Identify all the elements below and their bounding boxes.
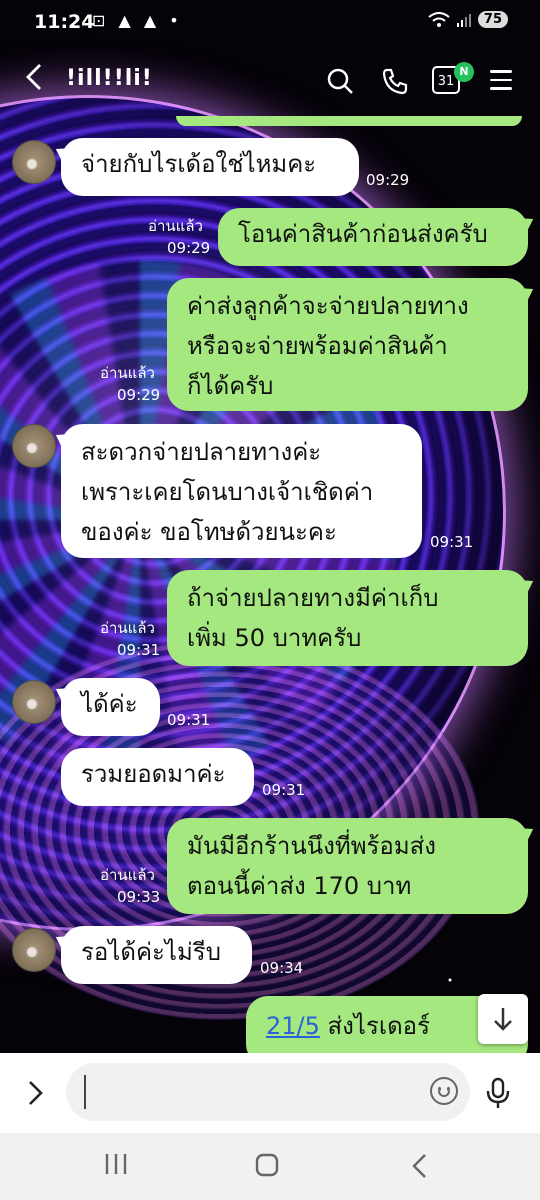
message-bubble-in[interactable]: จ่ายกับไรเด้อใช่ไหมคะ [61, 138, 359, 196]
contact-avatar[interactable] [12, 424, 56, 468]
message-text-line: ก็ได้ครับ [187, 372, 274, 400]
calendar-icon: 31 [437, 74, 455, 89]
calendar-badge: N [454, 62, 474, 82]
message-text-line: ของค่ะ ขอโทษด้วยนะคะ [81, 518, 337, 546]
message-text-line: เพราะเคยโดนบางเจ้าเชิดค่า [81, 478, 374, 506]
read-receipt: อ่านแล้ว [100, 619, 155, 637]
message-time: 09:29 [366, 171, 410, 189]
emoji-icon[interactable] [430, 1077, 458, 1105]
message-time: 09:31 [117, 641, 161, 659]
home-button[interactable] [255, 1153, 279, 1182]
message-text-line: หรือจะจ่ายพร้อมค่าสินค้า [187, 332, 448, 360]
message-text-line: ถ้าจ่ายปลายทางมีค่าเก็บ [187, 584, 439, 612]
read-receipt: อ่านแล้ว [148, 217, 203, 235]
home-icon [255, 1153, 279, 1177]
message-text-line: ค่าส่งลูกค้าจะจ่ายปลายทาง [187, 292, 469, 320]
message-time: 09:34 [260, 959, 304, 977]
text-caret [84, 1075, 86, 1109]
date-link[interactable]: 21/5 [266, 1012, 320, 1040]
back-button[interactable] [24, 62, 44, 98]
wifi-icon [428, 11, 450, 27]
message-bubble-out[interactable]: มันมีอีกร้านนึงที่พร้อมส่ง ตอนนี้ค่าส่ง … [167, 818, 528, 914]
chat-header: !ill!!li! 31 N [0, 44, 540, 122]
voice-button[interactable] [486, 1077, 510, 1113]
status-time: 11:24 [34, 11, 95, 33]
previous-message-edge [176, 116, 522, 126]
message-input-bar [0, 1053, 540, 1133]
battery-indicator: 75 [477, 11, 508, 28]
search-icon [327, 68, 353, 94]
message-bubble-out[interactable]: ค่าส่งลูกค้าจะจ่ายปลายทาง หรือจะจ่ายพร้อ… [167, 278, 528, 411]
back-nav-button[interactable] [410, 1153, 428, 1184]
read-receipt: อ่านแล้ว [100, 364, 155, 382]
message-text-line: ตอนนี้ค่าส่ง 170 บาท [187, 872, 412, 900]
message-time: 09:31 [262, 781, 306, 799]
message-text: ส่งไรเดอร์ [319, 1012, 430, 1040]
message-text: รอได้ค่ะไม่รีบ [81, 938, 221, 966]
menu-button[interactable] [490, 70, 512, 96]
recents-button[interactable] [104, 1153, 128, 1180]
contact-avatar[interactable] [12, 680, 56, 724]
phone-icon [382, 68, 408, 95]
arrow-down-icon [494, 1008, 512, 1031]
message-time: 09:29 [167, 239, 211, 257]
message-text: โอนค่าสินค้าก่อนส่งครับ [238, 220, 488, 248]
message-bubble-in[interactable]: สะดวกจ่ายปลายทางค่ะ เพราะเคยโดนบางเจ้าเช… [61, 424, 422, 558]
call-button[interactable] [378, 64, 412, 98]
back-nav-icon [412, 1154, 426, 1178]
menu-icon [490, 70, 512, 73]
message-time: 09:29 [117, 386, 161, 404]
back-icon [26, 64, 41, 90]
message-time: 09:31 [167, 711, 211, 729]
message-bubble-in[interactable]: ได้ค่ะ [61, 678, 160, 736]
status-bar: 11:24 ⊡ ▲ ▲ • 75 [0, 0, 540, 44]
recents-icon [105, 1154, 127, 1174]
message-text: รวมยอดมาค่ะ [81, 760, 226, 788]
status-notification-icons: ⊡ ▲ ▲ • [92, 11, 183, 30]
scroll-to-bottom-button[interactable] [478, 994, 528, 1044]
microphone-icon [486, 1077, 510, 1108]
system-navigation-bar [0, 1133, 540, 1200]
message-bubble-out[interactable]: โอนค่าสินค้าก่อนส่งครับ [218, 208, 528, 266]
contact-avatar[interactable] [12, 140, 56, 184]
message-text: ได้ค่ะ [81, 690, 138, 718]
expand-button[interactable] [26, 1079, 44, 1112]
signal-icon [456, 13, 471, 27]
message-bubble-in[interactable]: รอได้ค่ะไม่รีบ [61, 926, 252, 984]
chevron-right-icon [29, 1081, 43, 1105]
search-button[interactable] [323, 64, 357, 98]
contact-avatar[interactable] [12, 928, 56, 972]
chat-title[interactable]: !ill!!li! [66, 66, 153, 91]
message-text-line: มันมีอีกร้านนึงที่พร้อมส่ง [187, 832, 437, 860]
message-input[interactable] [66, 1063, 470, 1121]
message-bubble-out[interactable]: ถ้าจ่ายปลายทางมีค่าเก็บ เพิ่ม 50 บาทครับ [167, 570, 528, 666]
message-time: 09:31 [430, 533, 474, 551]
read-receipt: อ่านแล้ว [100, 866, 155, 884]
message-text: จ่ายกับไรเด้อใช่ไหมคะ [81, 150, 317, 178]
message-text-line: เพิ่ม 50 บาทครับ [187, 624, 362, 652]
status-right: 75 [428, 11, 508, 28]
message-bubble-in[interactable]: รวมยอดมาค่ะ [61, 748, 254, 806]
message-time: 09:33 [117, 888, 161, 906]
message-text-line: สะดวกจ่ายปลายทางค่ะ [81, 438, 322, 466]
